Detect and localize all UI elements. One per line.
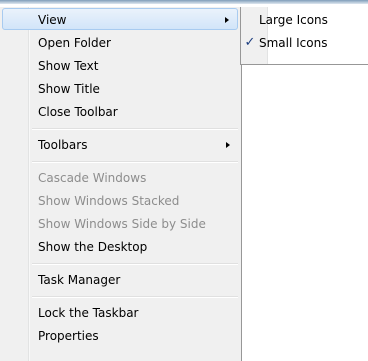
taskbar-context-menu: View Open Folder Show Text Show Title Cl… bbox=[0, 7, 242, 361]
taskbar-edge bbox=[0, 0, 368, 4]
menu-separator bbox=[32, 296, 238, 298]
menu-separator bbox=[32, 161, 238, 163]
menu-item-view[interactable]: View bbox=[2, 8, 238, 30]
menu-separator bbox=[32, 128, 238, 130]
menu-item-show-windows-side-by-side: Show Windows Side by Side bbox=[2, 213, 238, 235]
menu-item-properties-label: Properties bbox=[38, 329, 99, 343]
submenu-item-large-icons[interactable]: Large Icons bbox=[243, 9, 367, 31]
menu-item-cascade-windows-label: Cascade Windows bbox=[38, 171, 147, 185]
checkmark-icon: ✓ bbox=[244, 35, 256, 50]
menu-item-show-windows-side-by-side-label: Show Windows Side by Side bbox=[38, 217, 206, 231]
menu-item-open-folder-label: Open Folder bbox=[38, 36, 111, 50]
submenu-item-small-icons-label: Small Icons bbox=[259, 36, 328, 50]
menu-item-task-manager[interactable]: Task Manager bbox=[2, 269, 238, 291]
menu-item-close-toolbar-label: Close Toolbar bbox=[38, 105, 118, 119]
menu-item-show-windows-stacked-label: Show Windows Stacked bbox=[38, 194, 180, 208]
menu-item-view-label: View bbox=[38, 13, 67, 27]
menu-item-lock-taskbar-label: Lock the Taskbar bbox=[38, 306, 139, 320]
submenu-item-large-icons-label: Large Icons bbox=[259, 13, 328, 27]
chevron-right-icon bbox=[225, 17, 229, 23]
menu-item-lock-taskbar[interactable]: Lock the Taskbar bbox=[2, 302, 238, 324]
menu-item-show-desktop-label: Show the Desktop bbox=[38, 240, 148, 254]
chevron-right-icon bbox=[226, 142, 230, 148]
menu-item-toolbars[interactable]: Toolbars bbox=[2, 134, 238, 156]
menu-item-toolbars-label: Toolbars bbox=[38, 138, 88, 152]
menu-item-show-text[interactable]: Show Text bbox=[2, 55, 238, 77]
menu-item-close-toolbar[interactable]: Close Toolbar bbox=[2, 101, 238, 123]
view-submenu: Large Icons ✓ Small Icons bbox=[240, 7, 368, 65]
desktop-area: View Open Folder Show Text Show Title Cl… bbox=[0, 0, 368, 361]
menu-item-show-text-label: Show Text bbox=[38, 59, 99, 73]
menu-item-properties[interactable]: Properties bbox=[2, 325, 238, 347]
menu-separator bbox=[32, 263, 238, 265]
menu-item-show-title[interactable]: Show Title bbox=[2, 78, 238, 100]
menu-item-open-folder[interactable]: Open Folder bbox=[2, 32, 238, 54]
menu-item-show-desktop[interactable]: Show the Desktop bbox=[2, 236, 238, 258]
menu-item-show-title-label: Show Title bbox=[38, 82, 100, 96]
submenu-item-small-icons[interactable]: ✓ Small Icons bbox=[243, 32, 367, 54]
menu-item-cascade-windows: Cascade Windows bbox=[2, 167, 238, 189]
menu-item-show-windows-stacked: Show Windows Stacked bbox=[2, 190, 238, 212]
menu-item-task-manager-label: Task Manager bbox=[38, 273, 121, 287]
